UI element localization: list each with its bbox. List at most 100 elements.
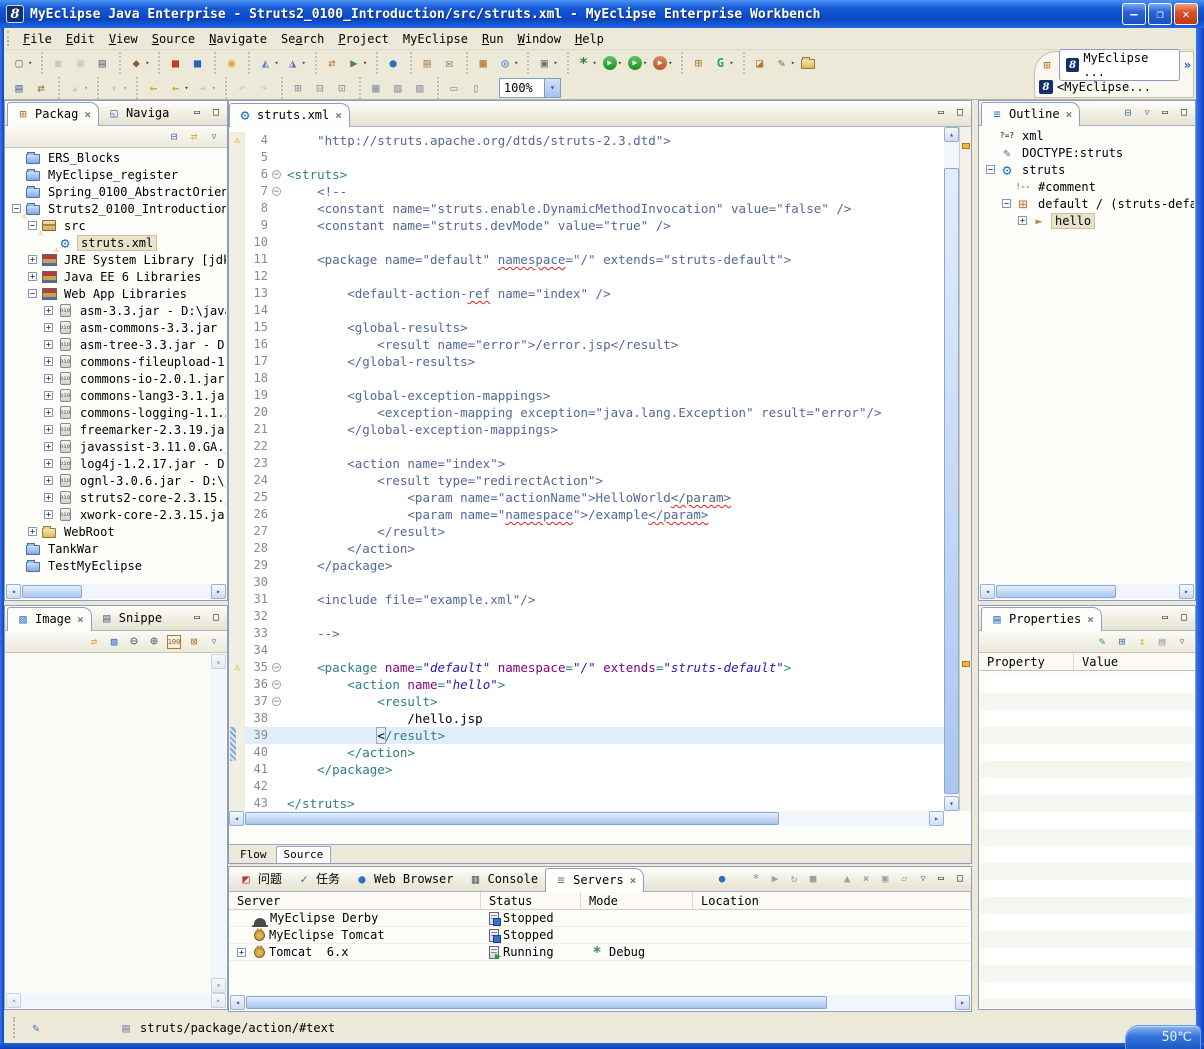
code-line-43[interactable]: 43</struts> xyxy=(229,795,944,811)
toolbar-run-button[interactable]: ▶▾ xyxy=(600,54,625,72)
toolbar-open-type-button[interactable]: ◪ xyxy=(749,53,771,73)
code-line-7[interactable]: 7− <!-- xyxy=(229,183,944,200)
menu-window[interactable]: Window xyxy=(511,30,568,48)
toolbar-browser2-button[interactable]: ◎▾ xyxy=(494,53,521,73)
code-line-32[interactable]: 32 xyxy=(229,608,944,625)
tree-expander-icon[interactable]: + xyxy=(44,476,53,485)
open-folder-icon[interactable]: ▱ xyxy=(897,871,911,885)
remove-icon[interactable]: × xyxy=(859,871,873,885)
toolbar-next-ann-button[interactable]: ▾▾ xyxy=(103,78,130,98)
toolbar-struts-flow-button[interactable]: ▤ xyxy=(8,78,30,98)
code-line-34[interactable]: 34 xyxy=(229,642,944,659)
toolbar-snapshot-button[interactable]: ▣▾ xyxy=(533,53,560,73)
tree-item-xwork-core-2-3-15-jar[interactable]: +oıoxwork-core-2.3.15.jar xyxy=(6,506,226,523)
toolbar-h-spacing-button[interactable]: ▭ xyxy=(443,78,465,98)
maximize-view-icon[interactable]: □ xyxy=(210,610,224,624)
scroll-left-icon[interactable]: ◂ xyxy=(6,993,21,1008)
column-status[interactable]: Status xyxy=(481,892,581,909)
tab-properties[interactable]: ▤ Properties × xyxy=(981,607,1102,631)
toolbar-diagram-add-button[interactable]: ⊞ xyxy=(287,78,309,98)
menu-project[interactable]: Project xyxy=(331,30,396,48)
server-row-tomcat-6-x[interactable]: +Tomcat 6.xRunning*Debug xyxy=(229,944,971,961)
column-property[interactable]: Property xyxy=(979,653,1074,670)
minimize-view-icon[interactable]: ▭ xyxy=(935,105,949,119)
column-location[interactable]: Location xyxy=(693,892,971,909)
image-hscrollbar[interactable]: ◂ ▸ xyxy=(6,993,226,1008)
scroll-left-icon[interactable]: ◂ xyxy=(230,995,245,1010)
fold-collapse-icon[interactable]: − xyxy=(272,187,281,196)
maximize-view-icon[interactable]: □ xyxy=(954,871,968,885)
menu-run[interactable]: Run xyxy=(475,30,511,48)
view-menu-icon[interactable]: ▽ xyxy=(916,871,930,885)
minimize-button[interactable]: — xyxy=(1122,3,1146,25)
maximize-view-icon[interactable]: □ xyxy=(1178,105,1192,119)
toolbar-deploy-blue-button[interactable]: ■ xyxy=(186,53,208,73)
tree-expander-icon[interactable]: + xyxy=(28,527,37,536)
view-menu-icon[interactable]: ▽ xyxy=(1175,635,1189,649)
code-line-11[interactable]: 11 <package name="default" namespace="/"… xyxy=(229,251,944,268)
tree-item-webroot[interactable]: +WebRoot xyxy=(6,523,226,540)
toolbar-back-button[interactable]: ←▾ xyxy=(164,78,191,98)
combo-dropdown-icon[interactable]: ▾ xyxy=(544,79,560,97)
code-line-13[interactable]: 13 <default-action-ref name="index" /> xyxy=(229,285,944,302)
tree-item-asm-commons-3-3-jar[interactable]: +oıoasm-commons-3.3.jar - xyxy=(6,319,226,336)
open-perspective-icon[interactable]: ⊞ xyxy=(1039,57,1055,73)
toolbar-save-button[interactable]: ◼ xyxy=(47,53,69,73)
code-line-28[interactable]: 28 </action> xyxy=(229,540,944,557)
close-icon[interactable]: × xyxy=(628,874,637,887)
tab-web-browser[interactable]: ●Web Browser xyxy=(347,868,460,891)
package-explorer-hscrollbar[interactable]: ◂ ▸ xyxy=(6,584,226,599)
close-icon[interactable]: × xyxy=(333,109,342,122)
code-line-26[interactable]: 26 <param name="namespace">/example</par… xyxy=(229,506,944,523)
restore-button[interactable]: ❐ xyxy=(1148,3,1172,25)
code-line-19[interactable]: 19 <global-exception-mappings> xyxy=(229,387,944,404)
zoom-in-icon[interactable]: ⊕ xyxy=(147,635,161,649)
toolbar-diagram-grid3-button[interactable]: ▨ xyxy=(409,78,431,98)
tree-item-src[interactable]: −⚠src xyxy=(6,217,226,234)
minimize-view-icon[interactable]: ▭ xyxy=(935,871,949,885)
scroll-right-icon[interactable]: ▸ xyxy=(211,584,226,599)
tree-expander-icon[interactable]: + xyxy=(44,374,53,383)
scroll-down-icon[interactable]: ▾ xyxy=(211,978,226,993)
toolbar-run-last-button[interactable]: ▶▾ xyxy=(625,54,650,72)
code-line-18[interactable]: 18 xyxy=(229,370,944,387)
tree-item-struts2-core-2-3-15-ja[interactable]: +oıostruts2-core-2.3.15.ja xyxy=(6,489,226,506)
tree-expander-icon[interactable]: − xyxy=(28,289,37,298)
copy-icon[interactable]: ▣ xyxy=(878,871,892,885)
tree-expander-icon[interactable]: + xyxy=(44,459,53,468)
toolbar-sync-deploy-button[interactable]: ⇄ xyxy=(321,53,343,73)
toolbar-run-server-button[interactable]: ▶▾ xyxy=(343,53,370,73)
perspective-secondary-label[interactable]: <MyEclipse... xyxy=(1057,80,1151,94)
server-start-icon[interactable]: ▶ xyxy=(768,871,782,885)
tab-outline[interactable]: ≡ Outline × xyxy=(981,102,1080,126)
tree-item-javassist-3-11-0-ga-ja[interactable]: +oıojavassist-3.11.0.GA.ja xyxy=(6,438,226,455)
code-line-42[interactable]: 42 xyxy=(229,778,944,795)
tab-navigator[interactable]: ◱ Naviga xyxy=(99,102,176,125)
tree-item-commons-io-2-0-1-jar[interactable]: +oıocommons-io-2.0.1.jar - xyxy=(6,370,226,387)
tab-source[interactable]: Source xyxy=(276,846,332,863)
image-tool-icon[interactable]: ▨ xyxy=(107,635,121,649)
toolbar-new-grid-button[interactable]: ⊞ xyxy=(687,53,709,73)
menu-help[interactable]: Help xyxy=(568,30,611,48)
code-line-29[interactable]: 29 </package> xyxy=(229,557,944,574)
toolbar-last-edit-button[interactable]: ← xyxy=(142,78,164,98)
server-row-myeclipse-tomcat[interactable]: MyEclipse TomcatStopped xyxy=(229,927,971,944)
code-line-10[interactable]: 10 xyxy=(229,234,944,251)
code-line-38[interactable]: 38 /hello.jsp xyxy=(229,710,944,727)
tree-item-testmyeclipse[interactable]: TestMyEclipse xyxy=(6,557,226,574)
toolbar-search-pencil-button[interactable]: ✎▾ xyxy=(771,53,798,73)
scroll-down-icon[interactable]: ▾ xyxy=(944,796,959,811)
code-line-22[interactable]: 22 xyxy=(229,438,944,455)
code-line-14[interactable]: 14 xyxy=(229,302,944,319)
code-line-16[interactable]: 16 <result name="error">/error.jsp</resu… xyxy=(229,336,944,353)
code-line-21[interactable]: 21 </global-exception-mappings> xyxy=(229,421,944,438)
link-with-editor-icon[interactable]: ⇄ xyxy=(187,130,201,144)
minimize-view-icon[interactable]: ▭ xyxy=(1159,610,1173,624)
code-line-15[interactable]: 15 <global-results> xyxy=(229,319,944,336)
tree-expander-icon[interactable]: + xyxy=(28,272,37,281)
tree-expander-icon[interactable]: + xyxy=(44,425,53,434)
tree-item-default-struts-default[interactable]: −⊞default / (struts-default xyxy=(980,195,1194,212)
tree-item-hello[interactable]: +►hello xyxy=(980,212,1194,229)
restore-defaults-icon[interactable]: ▤ xyxy=(1155,635,1169,649)
scroll-left-icon[interactable]: ◂ xyxy=(6,584,21,599)
